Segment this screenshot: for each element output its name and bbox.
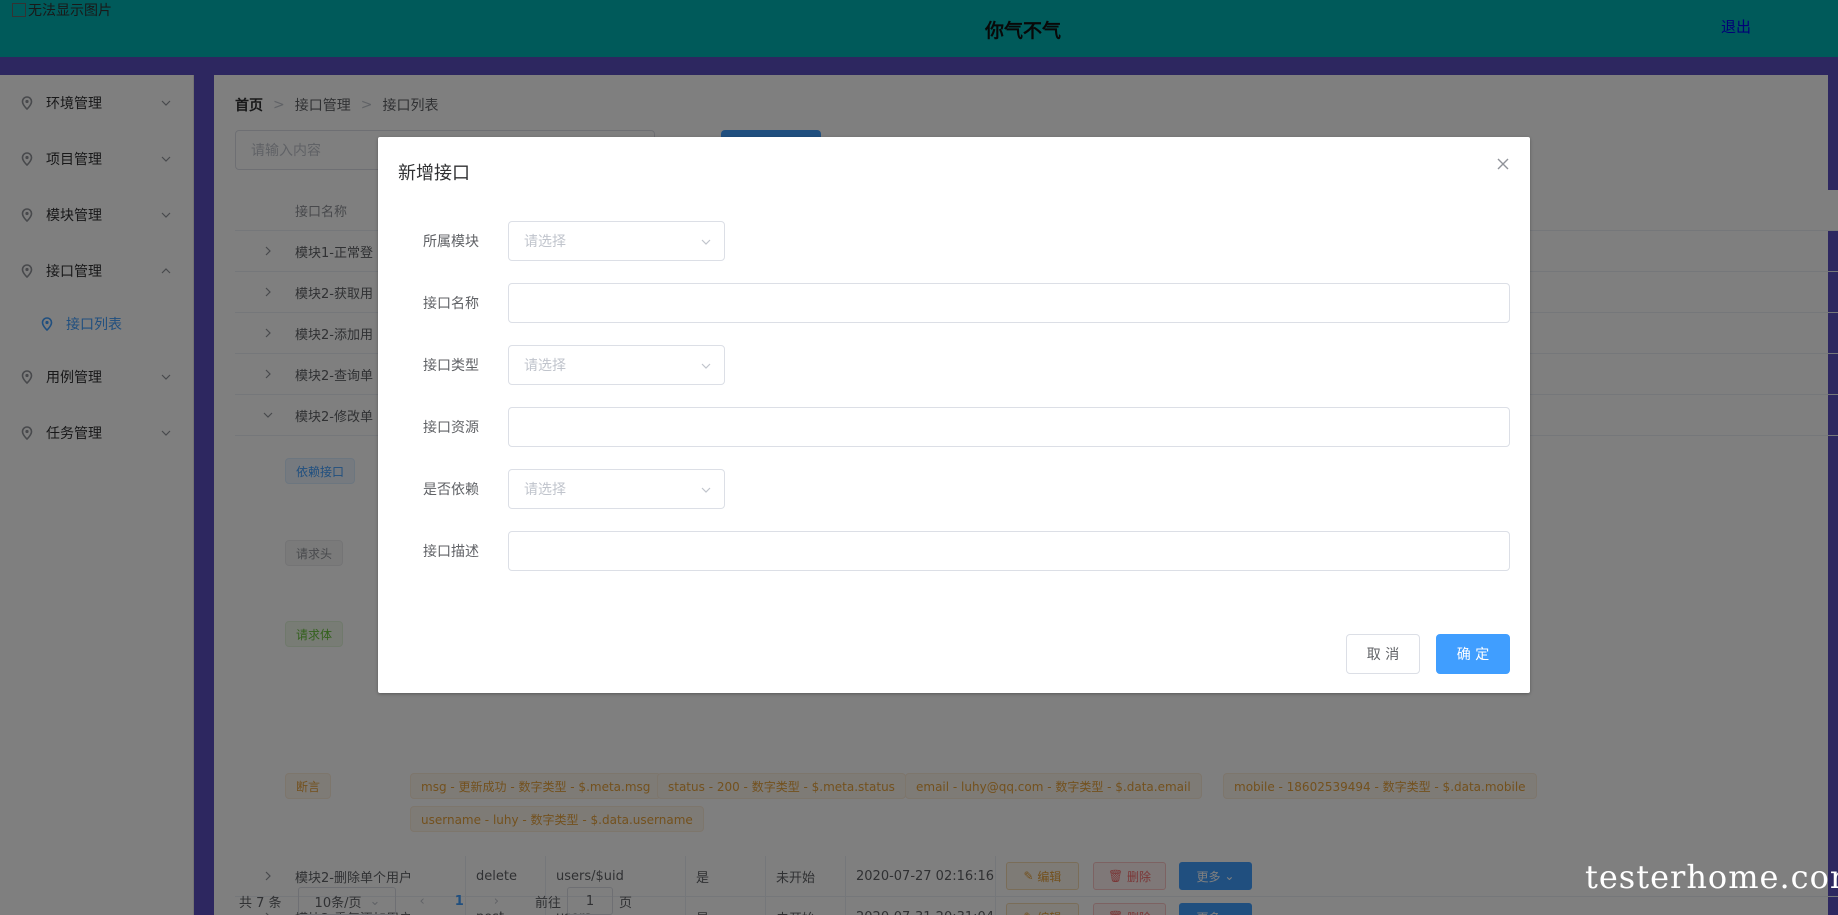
field-label-module: 所属模块 [423,234,479,250]
interface-resource-input[interactable] [508,407,1510,447]
field-label-type: 接口类型 [423,358,479,374]
field-label-resource: 接口资源 [423,420,479,436]
chevron-down-icon [701,363,711,369]
field-label-dependency: 是否依赖 [423,482,479,498]
cancel-button[interactable]: 取 消 [1346,634,1420,674]
watermark: testerhome.com [1585,858,1838,896]
module-select[interactable]: 请选择 [508,221,725,261]
interface-type-select[interactable]: 请选择 [508,345,725,385]
interface-description-input[interactable] [508,531,1510,571]
chevron-down-icon [701,239,711,245]
close-icon[interactable] [1496,157,1510,171]
interface-name-input[interactable] [508,283,1510,323]
field-label-name: 接口名称 [423,296,479,312]
add-interface-dialog: 新增接口 所属模块 请选择 接口名称 接口类型 请选择 接口资源 是否依赖 请选… [378,137,1530,693]
dialog-title: 新增接口 [398,163,470,184]
chevron-down-icon [701,487,711,493]
field-label-description: 接口描述 [423,544,479,560]
confirm-button[interactable]: 确 定 [1436,634,1510,674]
dependency-select[interactable]: 请选择 [508,469,725,509]
